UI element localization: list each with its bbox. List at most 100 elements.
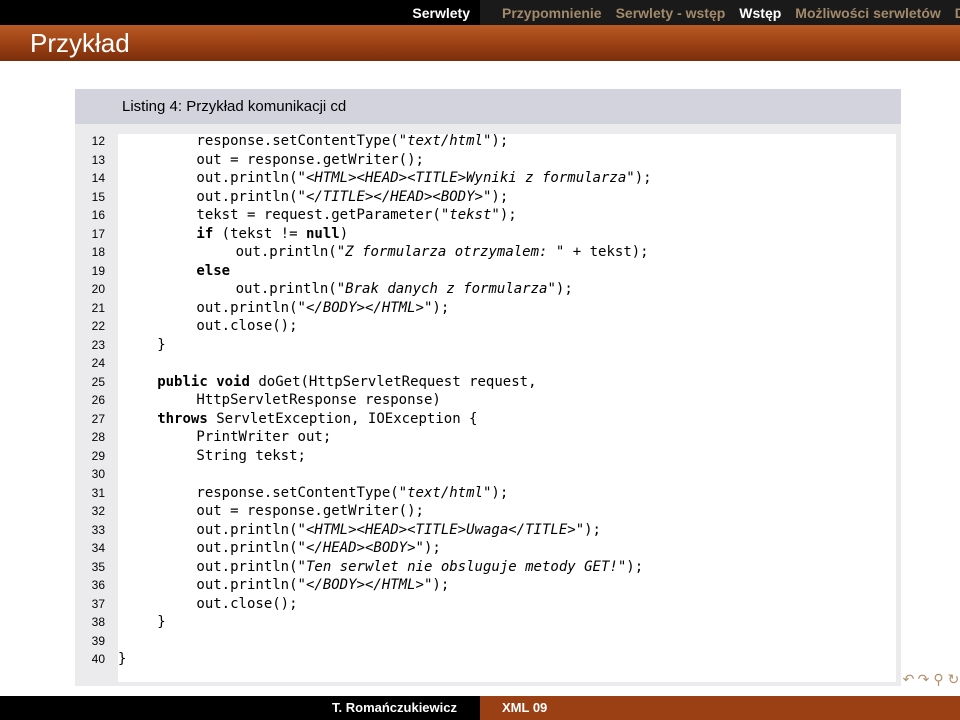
code-token: out.println(" bbox=[196, 170, 306, 186]
line-number: 22 bbox=[91, 319, 105, 333]
code-token: } bbox=[157, 336, 166, 353]
subsection-link[interactable]: Serwlety - wstęp bbox=[616, 0, 726, 25]
footer-left: T. Romańczukiewicz bbox=[0, 696, 480, 720]
listing-body: 12 response.setContentType("text/html"); 1… bbox=[75, 124, 901, 686]
code-string: text/html bbox=[407, 484, 483, 501]
code-line: if (tekst != null) bbox=[196, 226, 348, 242]
code-line: HttpServletResponse response) bbox=[196, 392, 440, 408]
code-token: "); bbox=[423, 577, 450, 593]
code-keyword: null bbox=[305, 225, 340, 242]
code-line: out.close(); bbox=[196, 318, 297, 334]
line-number: 34 bbox=[91, 541, 105, 555]
code-string: Ten serwlet nie obsluguje metody GET! bbox=[305, 558, 618, 575]
line-number: 35 bbox=[91, 559, 105, 574]
code-token: out.println(" bbox=[235, 244, 346, 260]
code-token: out.println(" bbox=[196, 188, 306, 205]
line-number: 32 bbox=[91, 504, 105, 518]
code-token: " + tekst); bbox=[555, 244, 649, 260]
code-line: String tekst; bbox=[196, 448, 306, 464]
code-token: PrintWriter out; bbox=[196, 429, 332, 445]
nav-prev-icon[interactable]: ↶ bbox=[902, 671, 915, 688]
code-token: "); bbox=[415, 540, 441, 556]
subsection-link[interactable]: Wstęp bbox=[739, 0, 781, 25]
code-keyword: else bbox=[196, 262, 231, 279]
code-line: out.println("Brak danych z formularza"); bbox=[236, 281, 573, 297]
code-string: </BODY></HTML> bbox=[305, 577, 424, 593]
code-token: out = response.getWriter(); bbox=[196, 151, 424, 168]
line-number: 18 bbox=[91, 245, 105, 259]
code-token: (tekst != bbox=[213, 225, 306, 242]
code-token: out.println(" bbox=[196, 521, 306, 538]
line-number: 37 bbox=[91, 596, 105, 611]
code-line: out.println("Ten serwlet nie obsluguje m… bbox=[196, 559, 643, 575]
code-line: out.println("<HTML><HEAD><TITLE>Wyniki z… bbox=[196, 170, 651, 186]
code-token: out.close(); bbox=[196, 318, 298, 334]
code-token: } bbox=[118, 651, 127, 667]
line-number: 38 bbox=[91, 615, 105, 629]
code-keyword: void bbox=[216, 373, 250, 390]
code-string: </TITLE></HEAD><BODY> bbox=[305, 188, 483, 205]
line-number: 16 bbox=[91, 208, 105, 222]
code-line: out.println("</TITLE></HEAD><BODY>"); bbox=[196, 189, 508, 205]
line-number: 12 bbox=[91, 134, 105, 148]
code-token: "); bbox=[423, 299, 450, 316]
nav-loop-icon[interactable]: ↻ bbox=[947, 671, 960, 688]
code-string: </BODY></HTML> bbox=[305, 299, 424, 316]
code-token: ) bbox=[339, 225, 349, 242]
subsection-link[interactable]: Możliwości serwletów bbox=[795, 0, 940, 25]
code-token: tekst = request.getParameter(" bbox=[196, 207, 450, 223]
nav-search-icon[interactable]: ⚲ bbox=[932, 671, 945, 688]
code-token: HttpServletResponse response) bbox=[196, 392, 441, 408]
line-number: 25 bbox=[91, 374, 105, 389]
code-line: PrintWriter out; bbox=[196, 429, 331, 445]
code-string: tekst bbox=[449, 207, 492, 223]
code-line: out.println("</BODY></HTML>"); bbox=[196, 577, 449, 593]
nav-next-icon[interactable]: ↷ bbox=[917, 671, 930, 688]
subsection-link[interactable]: Przypomnienie bbox=[502, 0, 602, 25]
line-number: 19 bbox=[91, 263, 105, 278]
line-number: 23 bbox=[91, 337, 105, 352]
line-number: 31 bbox=[91, 485, 105, 500]
code-keyword: throws bbox=[157, 410, 208, 427]
code-token: } bbox=[157, 614, 166, 630]
line-number: 28 bbox=[91, 430, 105, 444]
code-token: "); bbox=[482, 188, 509, 205]
code-line: out.println("</BODY></HTML>"); bbox=[196, 300, 449, 316]
code-line: response.setContentType("text/html"); bbox=[196, 485, 508, 501]
code-line: else bbox=[196, 263, 230, 279]
line-number: 20 bbox=[91, 282, 105, 296]
code-line: } bbox=[118, 651, 126, 667]
code-token: "); bbox=[575, 521, 601, 538]
code-token: ServletException, IOException { bbox=[207, 410, 478, 427]
code-line: out.println("</HEAD><BODY>"); bbox=[196, 540, 440, 556]
code-string: Z formularza otrzymalem: bbox=[345, 244, 556, 260]
code-line: } bbox=[157, 337, 165, 353]
code-keyword: public bbox=[157, 373, 208, 390]
code-keyword: if bbox=[196, 225, 214, 242]
code-line: throws ServletException, IOException { bbox=[157, 411, 477, 427]
code-token: response.setContentType(" bbox=[196, 133, 408, 149]
listing-header: Listing 4: Przykład komunikacji cd bbox=[75, 89, 901, 124]
code-line: out = response.getWriter(); bbox=[196, 152, 424, 168]
code-token: out.println(" bbox=[196, 540, 306, 556]
line-number: 27 bbox=[91, 411, 105, 426]
top-bar-left: Serwlety bbox=[0, 0, 480, 25]
code-token: "); bbox=[547, 281, 573, 297]
code-token: "); bbox=[482, 133, 509, 149]
line-number: 24 bbox=[91, 356, 105, 370]
code-token: doGet(HttpServletRequest request, bbox=[249, 373, 537, 390]
subsection-link[interactable]: Dzielen bbox=[955, 0, 960, 25]
code-token: response.setContentType(" bbox=[196, 484, 408, 501]
footer-author: T. Romańczukiewicz bbox=[332, 700, 457, 715]
navigation-symbols: ↶ ↷ ⚲ ↻ bbox=[902, 671, 960, 688]
code-token: String tekst; bbox=[196, 447, 306, 464]
code-line: out.println("Z formularza otrzymalem: " … bbox=[236, 244, 649, 260]
line-number: 15 bbox=[91, 189, 105, 204]
code-line: tekst = request.getParameter("tekst"); bbox=[196, 207, 516, 223]
line-number: 14 bbox=[91, 171, 105, 185]
line-number: 40 bbox=[91, 652, 105, 666]
section-title[interactable]: Serwlety bbox=[0, 0, 470, 25]
code-line: out = response.getWriter(); bbox=[196, 503, 424, 519]
code-token: "); bbox=[482, 484, 509, 501]
